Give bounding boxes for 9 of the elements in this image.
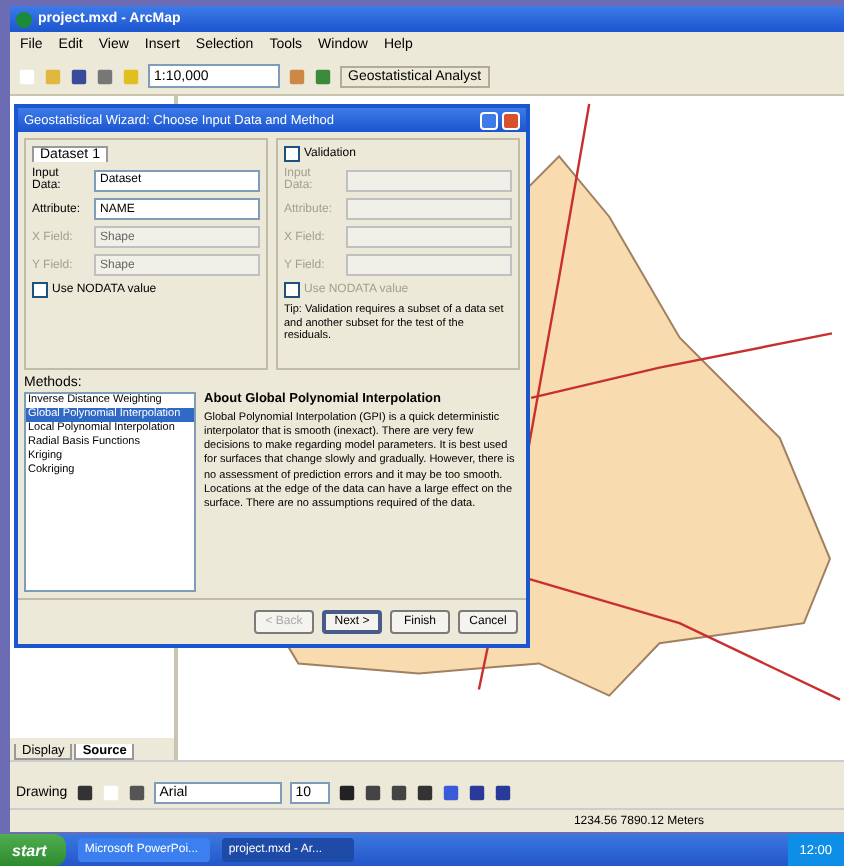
dropdown-field[interactable] bbox=[346, 169, 512, 191]
app-icon bbox=[16, 11, 32, 27]
dropdown-field[interactable] bbox=[346, 198, 512, 220]
dropdown-field[interactable] bbox=[346, 254, 512, 276]
checkbox[interactable] bbox=[284, 282, 300, 298]
checkbox[interactable] bbox=[32, 282, 48, 298]
checkbox[interactable] bbox=[284, 146, 300, 162]
start-button[interactable]: start bbox=[0, 834, 67, 866]
dropdown-field[interactable] bbox=[346, 226, 512, 248]
